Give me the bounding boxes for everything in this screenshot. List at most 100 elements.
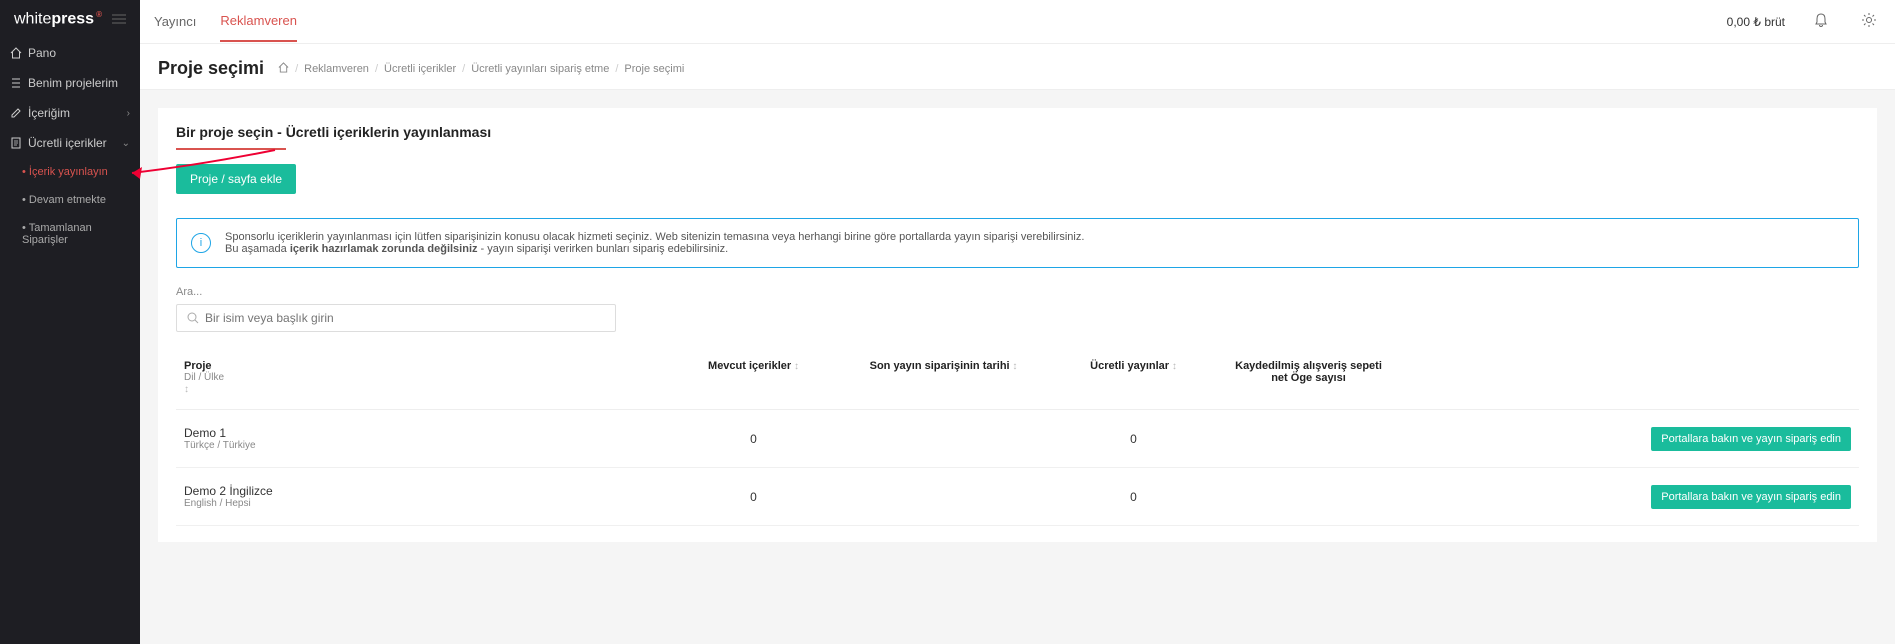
alert-text: Bu aşamada (225, 243, 290, 255)
page-head: Proje seçimi / Reklamveren / Ücretli içe… (140, 44, 1895, 90)
crumb-reklamveren[interactable]: Reklamveren (304, 63, 369, 75)
sidebar-sub-icerik-yayinlayin[interactable]: İçerik yayınlayın (0, 158, 140, 186)
cell-proje: Demo 2 İngilizce English / Hepsi (176, 478, 666, 515)
cell-ucr: 0 (1046, 484, 1221, 510)
chevron-down-icon: ⌄ (122, 138, 130, 149)
alert-text: - yayın siparişi verirken bunları sipari… (478, 243, 729, 255)
button-label: Portallara bakın ve yayın sipariş edin (1661, 433, 1841, 445)
info-alert: i Sponsorlu içeriklerin yayınlanması içi… (176, 218, 1859, 268)
tab-label: Yayıncı (154, 14, 196, 29)
th-actions (1396, 354, 1859, 401)
sidebar-sub-devam-etmekte[interactable]: Devam etmekte (0, 186, 140, 214)
home-icon (10, 47, 22, 59)
crumb-siparis-etme[interactable]: Ücretli yayınları sipariş etme (471, 63, 609, 75)
topbar: Yayıncı Reklamveren 0,00 ₺ brüt (140, 0, 1895, 44)
card: Bir proje seçin - Ücretli içeriklerin ya… (158, 108, 1877, 542)
th-sublabel: Dil / Ülke (184, 372, 658, 383)
page-title: Proje seçimi (158, 58, 264, 79)
hamburger-icon[interactable] (112, 11, 126, 27)
crumb-ucretli-icerikler[interactable]: Ücretli içerikler (384, 63, 456, 75)
sidebar-sub-label: Tamamlanan Siparişler (22, 222, 92, 246)
alert-line2: Bu aşamada içerik hazırlamak zorunda değ… (225, 243, 1084, 255)
alert-bold: içerik hazırlamak zorunda değilsiniz (290, 243, 478, 255)
logo-text-2: press (51, 10, 94, 27)
cell-kay (1221, 433, 1396, 445)
row-lang: Türkçe / Türkiye (184, 440, 658, 451)
cell-kay (1221, 491, 1396, 503)
logo-text-1: white (14, 10, 51, 27)
view-portals-button[interactable]: Portallara bakın ve yayın sipariş edin (1651, 485, 1851, 509)
cell-son (841, 491, 1046, 503)
sidebar-item-ucretli-icerikler[interactable]: Ücretli içerikler ⌄ (0, 128, 140, 158)
table-head: Proje Dil / Ülke Mevcut içerikler Son ya… (176, 354, 1859, 410)
view-portals-button[interactable]: Portallara bakın ve yayın sipariş edin (1651, 427, 1851, 451)
sidebar-sub-tamamlanan[interactable]: Tamamlanan Siparişler (0, 214, 140, 254)
content: Bir proje seçin - Ücretli içeriklerin ya… (140, 90, 1895, 644)
th-label: Ücretli yayınlar (1090, 360, 1169, 372)
list-icon (10, 77, 22, 89)
sidebar-item-label: Pano (28, 46, 56, 60)
add-project-button[interactable]: Proje / sayfa ekle (176, 164, 296, 194)
sidebar: whitepress® Pano Benim projelerim İçeriğ… (0, 0, 140, 644)
th-label: Mevcut içerikler (708, 360, 791, 372)
th-ucretli[interactable]: Ücretli yayınlar (1046, 354, 1221, 401)
document-icon (10, 137, 22, 149)
cell-son (841, 433, 1046, 445)
button-label: Portallara bakın ve yayın sipariş edin (1661, 491, 1841, 503)
cell-mevcut: 0 (666, 484, 841, 510)
search-area: Ara... (176, 286, 1859, 332)
search-label: Ara... (176, 286, 1859, 298)
sidebar-item-benim-projelerim[interactable]: Benim projelerim (0, 68, 140, 98)
logo[interactable]: whitepress® (0, 0, 140, 38)
tab-yayinci[interactable]: Yayıncı (154, 2, 196, 41)
table-row: Demo 2 İngilizce English / Hepsi 0 0 Por… (176, 468, 1859, 526)
alert-line1: Sponsorlu içeriklerin yayınlanması için … (225, 231, 1084, 243)
crumb-sep: / (295, 63, 298, 75)
sidebar-sub-label: İçerik yayınlayın (29, 166, 108, 178)
logo-reg: ® (96, 10, 102, 19)
sidebar-item-pano[interactable]: Pano (0, 38, 140, 68)
crumb-sep: / (462, 63, 465, 75)
th-mevcut[interactable]: Mevcut içerikler (666, 354, 841, 401)
sidebar-sub-label: Devam etmekte (29, 194, 106, 206)
th-label: Proje (184, 360, 658, 372)
sidebar-item-label: İçeriğim (28, 106, 70, 120)
chevron-right-icon: › (127, 108, 130, 119)
row-lang: English / Hepsi (184, 498, 658, 509)
home-icon[interactable] (278, 62, 289, 76)
cell-ucr: 0 (1046, 426, 1221, 452)
search-input[interactable] (205, 311, 605, 325)
sidebar-item-label: Benim projelerim (28, 76, 118, 90)
th-kaydedilmis[interactable]: Kaydedilmiş alışveriş sepeti net Öge say… (1221, 354, 1396, 401)
crumb-sep: / (615, 63, 618, 75)
cell-proje: Demo 1 Türkçe / Türkiye (176, 420, 666, 457)
main: Yayıncı Reklamveren 0,00 ₺ brüt Proje se… (140, 0, 1895, 644)
tab-reklamveren[interactable]: Reklamveren (220, 1, 297, 42)
alert-body: Sponsorlu içeriklerin yayınlanması için … (225, 231, 1084, 255)
search-icon (187, 312, 199, 324)
crumb-proje-secimi: Proje seçimi (624, 63, 684, 75)
balance-text: 0,00 ₺ brüt (1727, 15, 1785, 29)
cell-action: Portallara bakın ve yayın sipariş edin (1396, 421, 1859, 457)
table-row: Demo 1 Türkçe / Türkiye 0 0 Portallara b… (176, 410, 1859, 468)
row-name: Demo 1 (184, 426, 658, 440)
th-son-yayin[interactable]: Son yayın siparişinin tarihi (841, 354, 1046, 401)
th-proje[interactable]: Proje Dil / Ülke (176, 354, 666, 401)
card-heading: Bir proje seçin - Ücretli içeriklerin ya… (176, 124, 1859, 140)
search-box[interactable] (176, 304, 616, 332)
cell-action: Portallara bakın ve yayın sipariş edin (1396, 479, 1859, 515)
th-label: Kaydedilmiş alışveriş sepeti net Öge say… (1235, 360, 1382, 384)
heading-underline (176, 148, 286, 150)
sidebar-item-icerigim[interactable]: İçeriğim › (0, 98, 140, 128)
tab-label: Reklamveren (220, 13, 297, 28)
button-label: Proje / sayfa ekle (190, 172, 282, 186)
edit-icon (10, 107, 22, 119)
cell-mevcut: 0 (666, 426, 841, 452)
gear-icon[interactable] (1857, 8, 1881, 35)
th-label: Son yayın siparişinin tarihi (870, 360, 1010, 372)
breadcrumb: / Reklamveren / Ücretli içerikler / Ücre… (278, 62, 684, 76)
info-icon: i (191, 233, 211, 253)
bell-icon[interactable] (1809, 8, 1833, 35)
row-name: Demo 2 İngilizce (184, 484, 658, 498)
crumb-sep: / (375, 63, 378, 75)
